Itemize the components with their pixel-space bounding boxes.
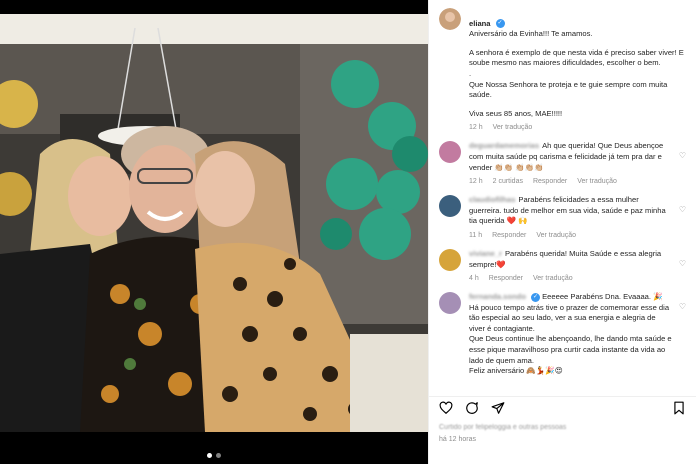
carousel-dot (216, 453, 221, 458)
post-photo[interactable] (0, 14, 428, 432)
post-photo-panel (0, 0, 428, 464)
commenter-username[interactable]: deguardamemorias (469, 141, 539, 150)
photo-illustration (0, 14, 428, 432)
caption-text: eliana ✓ Aniversário da Evinha!!! Te amam… (469, 8, 686, 40)
post-caption: eliana ✓ Aniversário da Evinha!!! Te amam… (439, 8, 686, 131)
comment-text: Eeeeee Parabéns Dna. Evaaaa. 🎉 Há pouco … (469, 292, 672, 376)
commenter-avatar[interactable] (439, 248, 461, 271)
author-avatar[interactable] (439, 8, 461, 30)
heart-icon[interactable]: ♡ (679, 259, 686, 282)
heart-icon[interactable]: ♡ (679, 302, 686, 377)
comments-list: eliana ✓ Aniversário da Evinha!!! Te amam… (429, 2, 696, 394)
post-actions (429, 396, 696, 418)
bookmark-icon[interactable] (672, 401, 686, 415)
commenter-avatar[interactable] (439, 292, 461, 315)
reply-link[interactable]: Responder (492, 232, 526, 239)
caption-line: Que Nossa Senhora te proteja e te guie s… (469, 79, 668, 100)
comment-age: 11 h (469, 231, 483, 239)
post-timestamp: há 12 horas (439, 436, 476, 443)
post-side-panel: eliana ✓ Aniversário da Evinha!!! Te amam… (428, 0, 696, 464)
carousel-dot (207, 453, 212, 458)
liked-by-text[interactable]: Curtido por felipeloggia e outras pessoa… (439, 424, 566, 431)
caption-line: Viva seus 85 anos, MAE!!!!! (469, 108, 563, 118)
caption-age: 12 h (469, 124, 483, 132)
comment-age: 12 h (469, 178, 483, 186)
comment-item: claudiofilhas Parabéns felicidades a essa… (439, 195, 686, 239)
verified-icon: ✓ (530, 292, 540, 302)
comment-icon[interactable] (465, 401, 479, 415)
caption-line: A senhora é exemplo de que nesta vida é … (469, 47, 684, 68)
translate-link[interactable]: Ver tradução (577, 178, 617, 185)
caption-line: . (469, 68, 472, 78)
commenter-username[interactable]: fernanda.sondo (469, 292, 526, 301)
share-icon[interactable] (491, 401, 505, 415)
author-username[interactable]: eliana (469, 19, 491, 28)
comment-item: fernanda.sondo ✓ Eeeeee Parabéns Dna. Eva… (439, 292, 686, 377)
reply-link[interactable]: Responder (489, 275, 523, 282)
commenter-avatar[interactable] (439, 141, 461, 164)
heart-icon[interactable]: ♡ (679, 205, 686, 239)
carousel-indicator (0, 453, 428, 458)
comment-item: deguardamemorias Ah que querida! Que Deus… (439, 141, 686, 185)
translate-link[interactable]: Ver tradução (533, 275, 573, 282)
comment-likes[interactable]: 2 curtidas (493, 178, 523, 185)
comment-age: 4 h (469, 275, 479, 283)
commenter-username[interactable]: viviane_r (469, 249, 502, 258)
caption-line: Aniversário da Evinha!!! Te amamos. (469, 29, 593, 39)
comment-item: viviane_r Parabéns querida! Muita Saúde e… (439, 248, 686, 283)
heart-icon[interactable] (439, 401, 453, 415)
verified-icon: ✓ (495, 19, 505, 29)
translate-link[interactable]: Ver tradução (493, 124, 533, 131)
reply-link[interactable]: Responder (533, 178, 567, 185)
translate-link[interactable]: Ver tradução (536, 232, 576, 239)
commenter-avatar[interactable] (439, 195, 461, 218)
heart-icon[interactable]: ♡ (679, 151, 686, 185)
commenter-username[interactable]: claudiofilhas (469, 195, 515, 204)
